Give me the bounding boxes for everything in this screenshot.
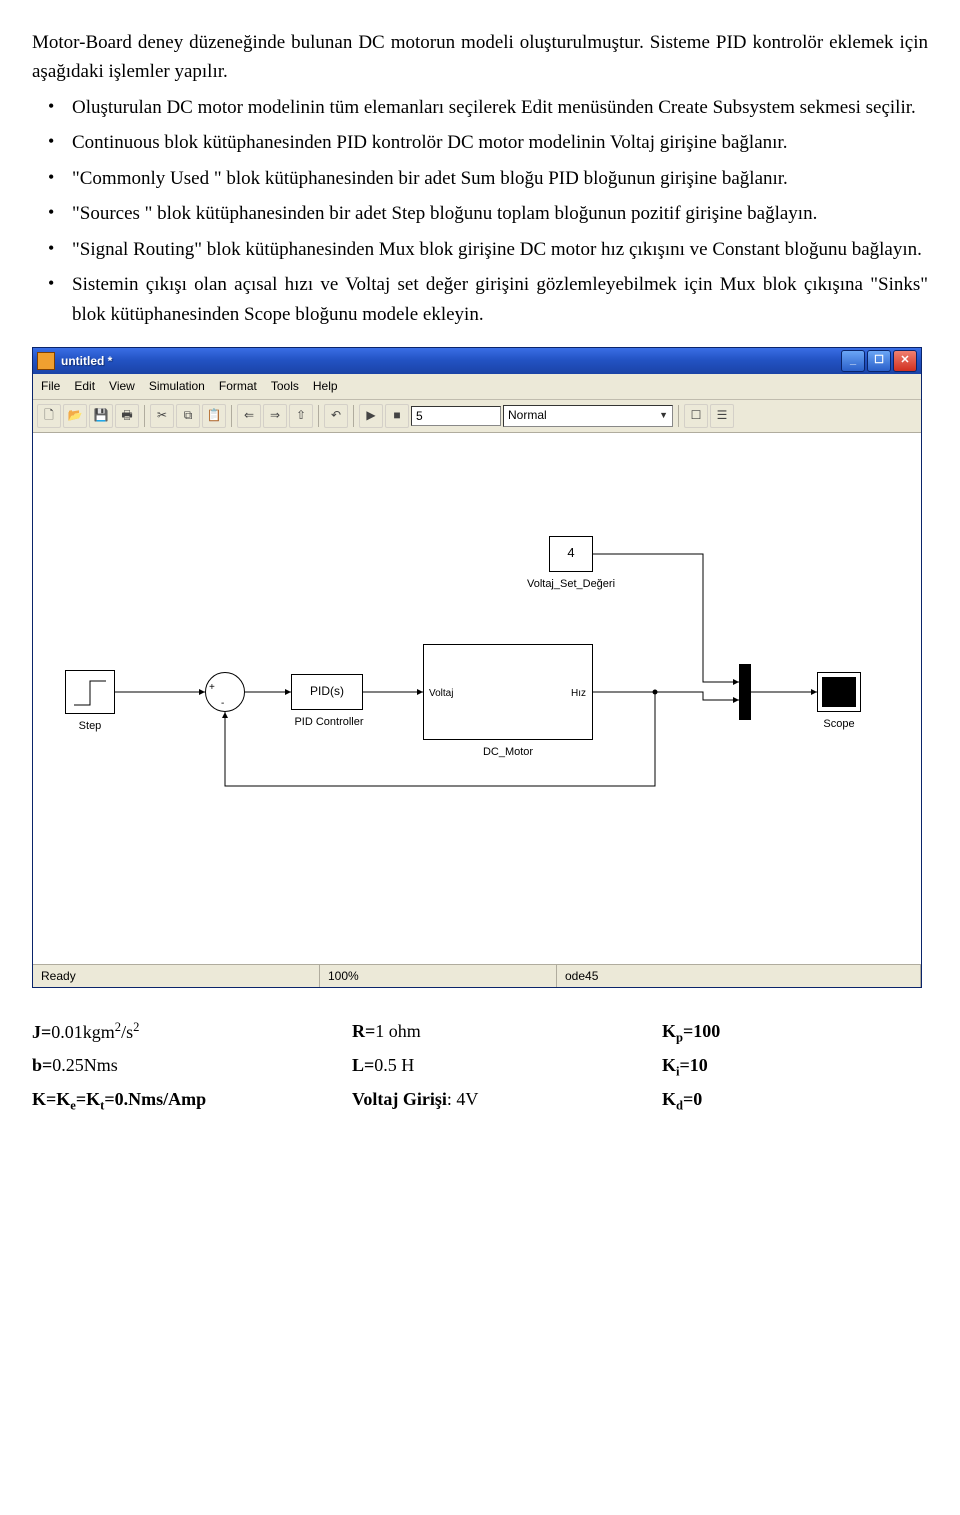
scope-label: Scope xyxy=(809,716,869,733)
constant-block[interactable]: 4 xyxy=(549,536,593,572)
print-icon[interactable]: 🖶 xyxy=(115,404,139,428)
param-Ki: Ki=10 xyxy=(662,1052,822,1082)
dc-motor-label: DC_Motor xyxy=(423,744,593,761)
window-title: untitled * xyxy=(61,352,841,371)
statusbar: Ready 100% ode45 xyxy=(33,964,921,987)
intro-paragraph: Motor-Board deney düzeneğinde bulunan DC… xyxy=(32,28,928,87)
copy-icon[interactable]: ⧉ xyxy=(176,404,200,428)
param-Vin: Voltaj Girişi: 4V xyxy=(352,1086,572,1116)
app-icon xyxy=(37,352,55,370)
menu-simulation[interactable]: Simulation xyxy=(149,377,205,396)
model-canvas[interactable]: Step + - PID(s) PID Controller Voltaj Hı… xyxy=(33,433,921,964)
close-button[interactable]: ✕ xyxy=(893,350,917,372)
settings-icon[interactable]: ☐ xyxy=(684,404,708,428)
paste-icon[interactable]: 📋 xyxy=(202,404,226,428)
simulation-mode-dropdown[interactable]: Normal ▼ xyxy=(503,405,673,427)
simulation-mode-value: Normal xyxy=(508,406,547,425)
back-icon[interactable]: ⇐ xyxy=(237,404,261,428)
dc-motor-in-port: Voltaj xyxy=(429,686,453,702)
param-Kp: Kp=100 xyxy=(662,1018,822,1048)
step-label: Step xyxy=(65,718,115,735)
up-icon[interactable]: ⇧ xyxy=(289,404,313,428)
scope-block[interactable] xyxy=(817,672,861,712)
mux-block[interactable] xyxy=(739,664,751,720)
list-item: Oluşturulan DC motor modelinin tüm elema… xyxy=(32,93,928,122)
run-icon[interactable]: ▶ xyxy=(359,404,383,428)
undo-icon[interactable]: ↶ xyxy=(324,404,348,428)
menu-view[interactable]: View xyxy=(109,377,135,396)
dc-motor-out-port: Hız xyxy=(571,686,586,702)
simulink-window: untitled * _ ☐ ✕ File Edit View Simulati… xyxy=(32,347,922,988)
param-R: R=1 ohm xyxy=(352,1018,572,1048)
minimize-button[interactable]: _ xyxy=(841,350,865,372)
sum-minus-label: - xyxy=(221,696,224,712)
list-item: "Commonly Used " blok kütüphanesinden bi… xyxy=(32,164,928,193)
sum-plus-label: + xyxy=(209,680,215,696)
forward-icon[interactable]: ⇒ xyxy=(263,404,287,428)
param-Kd: Kd=0 xyxy=(662,1086,822,1116)
list-item: "Signal Routing" blok kütüphanesinden Mu… xyxy=(32,235,928,264)
step-block[interactable] xyxy=(65,670,115,714)
new-icon[interactable]: 🗋 xyxy=(37,404,61,428)
parameters-grid: J=0.01kgm2/s2 R=1 ohm Kp=100 b=0.25Nms L… xyxy=(32,1018,928,1116)
menu-tools[interactable]: Tools xyxy=(271,377,299,396)
save-icon[interactable]: 💾 xyxy=(89,404,113,428)
list-item: "Sources " blok kütüphanesinden bir adet… xyxy=(32,199,928,228)
param-J: J=0.01kgm2/s2 xyxy=(32,1018,262,1048)
chevron-down-icon: ▼ xyxy=(659,409,668,423)
constant-label: Voltaj_Set_Değeri xyxy=(511,576,631,593)
list-item: Sistemin çıkışı olan açısal hızı ve Volt… xyxy=(32,270,928,329)
param-b: b=0.25Nms xyxy=(32,1052,262,1082)
menu-help[interactable]: Help xyxy=(313,377,338,396)
param-K: K=Ke=Kt=0.Nms/Amp xyxy=(32,1086,262,1116)
menu-file[interactable]: File xyxy=(41,377,60,396)
titlebar: untitled * _ ☐ ✕ xyxy=(33,348,921,374)
stop-time-input[interactable] xyxy=(411,406,501,426)
menu-edit[interactable]: Edit xyxy=(74,377,95,396)
maximize-button[interactable]: ☐ xyxy=(867,350,891,372)
pid-block[interactable]: PID(s) xyxy=(291,674,363,710)
stop-icon[interactable]: ■ xyxy=(385,404,409,428)
open-icon[interactable]: 📂 xyxy=(63,404,87,428)
pid-label: PID Controller xyxy=(279,714,379,731)
status-solver: ode45 xyxy=(557,965,921,987)
toolbar: 🗋 📂 💾 🖶 ✂ ⧉ 📋 ⇐ ⇒ ⇧ ↶ ▶ ■ Normal ▼ ☐ ☰ xyxy=(33,400,921,433)
menu-format[interactable]: Format xyxy=(219,377,257,396)
menubar: File Edit View Simulation Format Tools H… xyxy=(33,374,921,400)
find-icon[interactable]: ☰ xyxy=(710,404,734,428)
list-item: Continuous blok kütüphanesinden PID kont… xyxy=(32,128,928,157)
cut-icon[interactable]: ✂ xyxy=(150,404,174,428)
status-zoom: 100% xyxy=(320,965,557,987)
status-ready: Ready xyxy=(33,965,320,987)
instruction-list: Oluşturulan DC motor modelinin tüm elema… xyxy=(32,93,928,329)
param-L: L=0.5 H xyxy=(352,1052,572,1082)
